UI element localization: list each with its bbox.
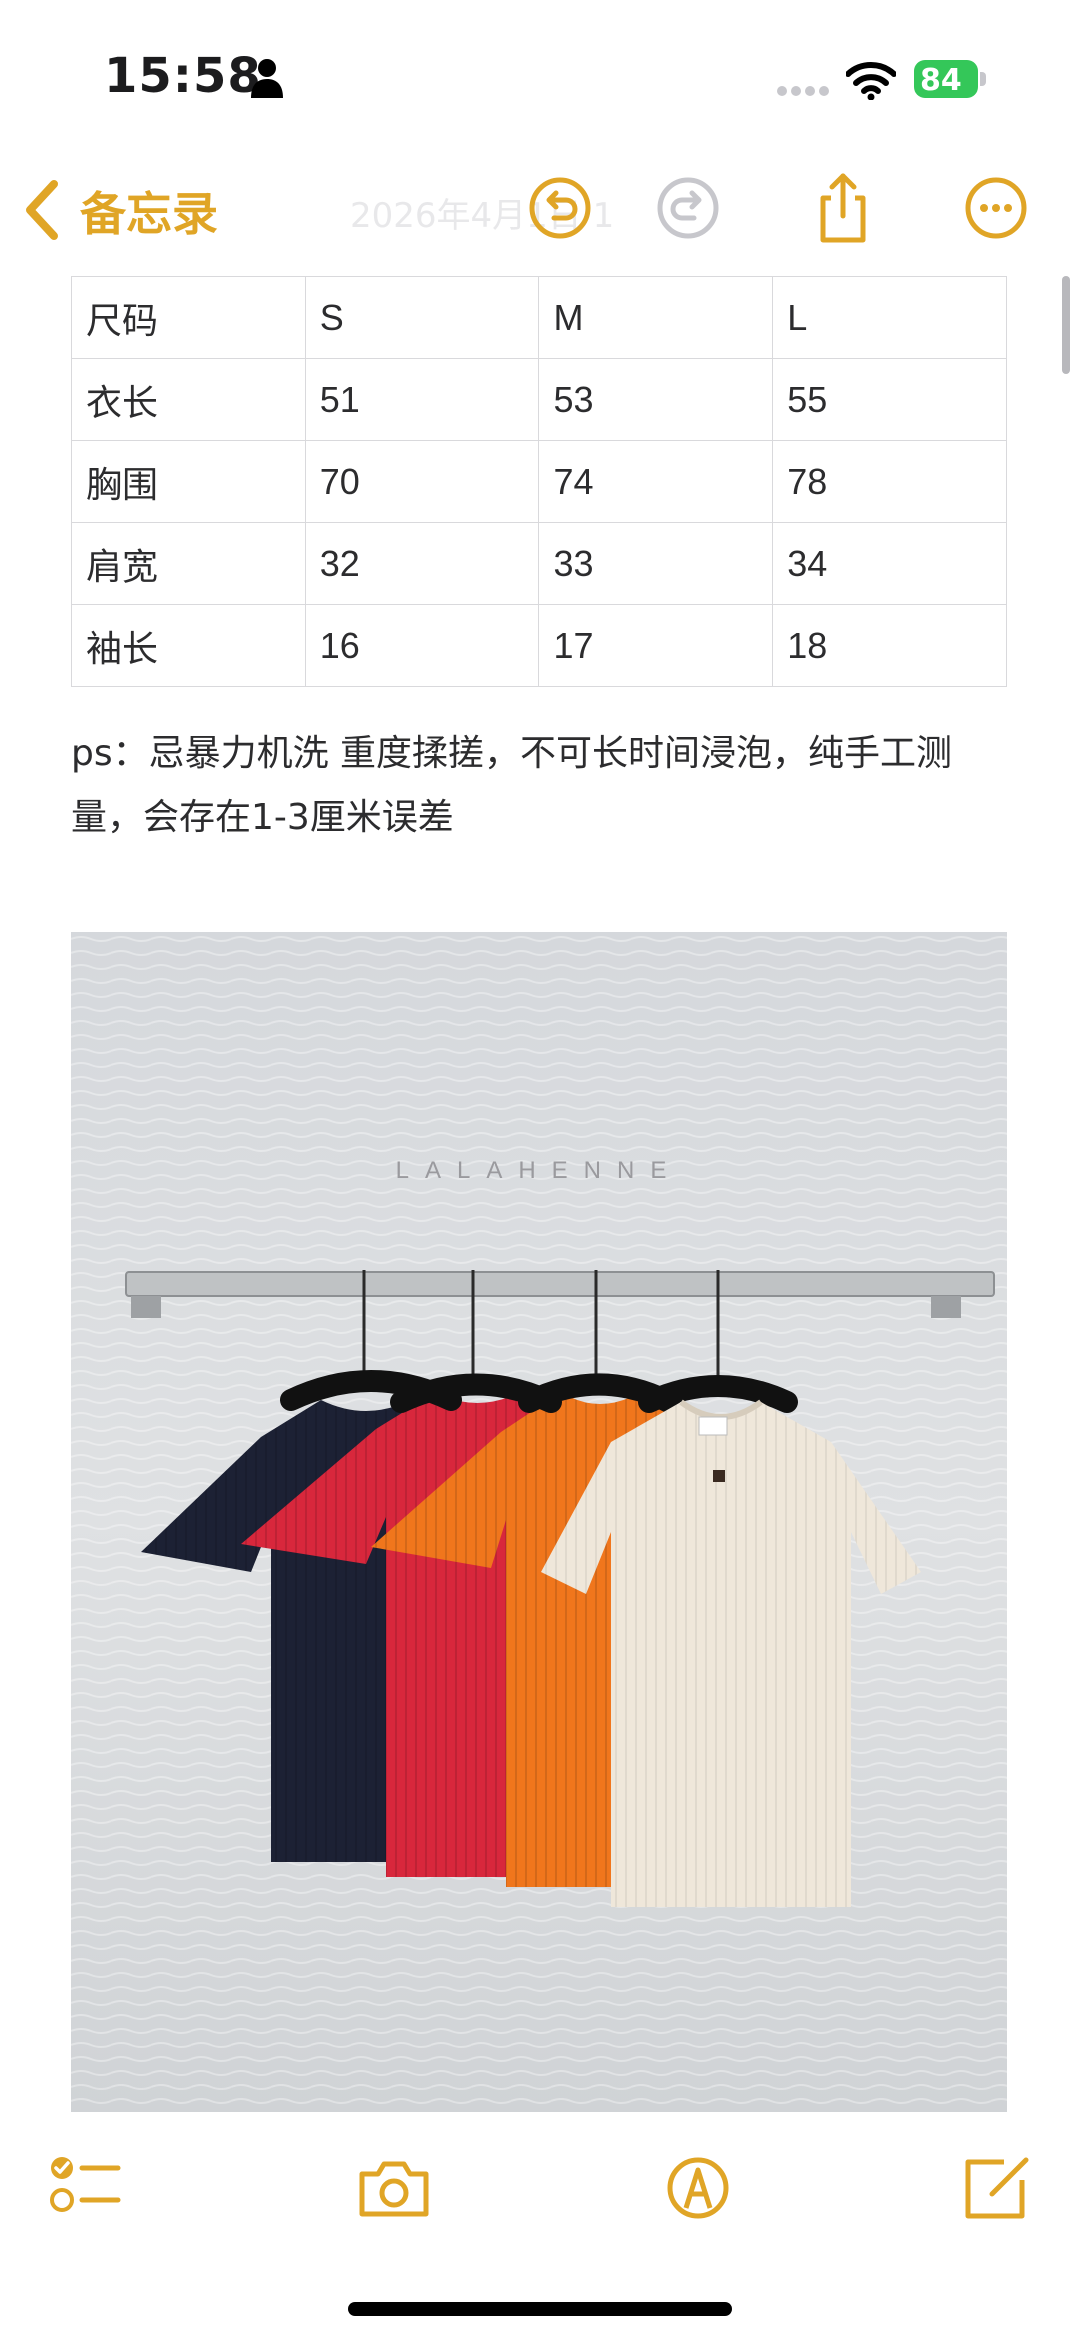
battery-cap [980,72,986,86]
scroll-indicator[interactable] [1062,276,1070,374]
table-cell[interactable]: 胸围 [71,440,306,523]
size-table[interactable]: 尺码 S M L 衣长 51 53 55 胸围 70 74 78 肩宽 32 33 34 袖长 16 17 18 [71,276,1007,687]
markup-pen-icon[interactable] [658,2148,738,2228]
table-cell[interactable]: 衣长 [71,358,306,441]
table-row: 尺码 S M L [71,276,1007,359]
table-cell[interactable]: 78 [772,440,1007,523]
status-bar: 15:58 84 [0,0,1080,150]
table-cell[interactable]: 18 [772,604,1007,687]
care-note[interactable]: ps：忌暴力机洗 重度揉搓，不可长时间浸泡，纯手工测量，会存在1-3厘米误差 [71,722,1021,850]
table-cell[interactable]: 16 [304,604,540,687]
clothes-rail [125,1271,995,1297]
product-photo[interactable]: LALAHENNE [71,932,1007,2112]
table-cell[interactable]: 17 [538,604,774,687]
share-icon[interactable] [803,168,883,248]
table-cell[interactable]: 51 [304,358,540,441]
battery-percent: 84 [920,63,962,98]
table-row: 衣长 51 53 55 [71,358,1007,441]
table-cell[interactable]: L [772,276,1007,359]
compose-icon[interactable] [956,2148,1036,2228]
redo-icon[interactable] [648,168,728,248]
table-cell[interactable]: 33 [538,522,774,605]
table-row: 胸围 70 74 78 [71,440,1007,523]
shirt-label-tag [698,1416,728,1436]
table-cell[interactable]: 32 [304,522,540,605]
status-time: 15:58 [104,48,262,104]
product-photo-drawing: LALAHENNE [71,932,1007,2112]
table-cell[interactable]: 袖长 [71,604,306,687]
home-indicator[interactable] [348,2302,732,2316]
table-row: 袖长 16 17 18 [71,604,1007,687]
table-cell[interactable]: 74 [538,440,774,523]
table-cell[interactable]: 55 [772,358,1007,441]
table-row: 肩宽 32 33 34 [71,522,1007,605]
table-cell[interactable]: 70 [304,440,540,523]
table-cell[interactable]: M [538,276,774,359]
more-icon[interactable] [956,168,1036,248]
table-cell[interactable]: 34 [772,522,1007,605]
rail-bracket-right [931,1296,961,1318]
wifi-icon [846,62,896,100]
shirt-logo [713,1470,725,1482]
back-chevron-icon[interactable] [22,178,62,242]
nav-bar: 备忘录 2026年4月1日 1 [0,160,1080,270]
table-cell[interactable]: S [304,276,540,359]
size-table-body: 尺码 S M L 衣长 51 53 55 胸围 70 74 78 肩宽 32 33 34 袖长 16 17 18 [71,276,1007,687]
table-cell[interactable]: 53 [538,358,774,441]
photo-watermark: LALAHENNE [396,1157,683,1184]
table-cell[interactable]: 尺码 [71,276,306,359]
camera-icon[interactable] [354,2148,434,2228]
undo-icon[interactable] [520,168,600,248]
person-icon [251,59,283,98]
checklist-icon[interactable] [44,2148,124,2228]
rail-bracket-left [131,1296,161,1318]
back-button-label[interactable]: 备忘录 [80,178,218,244]
table-cell[interactable]: 肩宽 [71,522,306,605]
battery-indicator: 84 [914,60,986,98]
cellular-dots-icon [777,86,829,96]
